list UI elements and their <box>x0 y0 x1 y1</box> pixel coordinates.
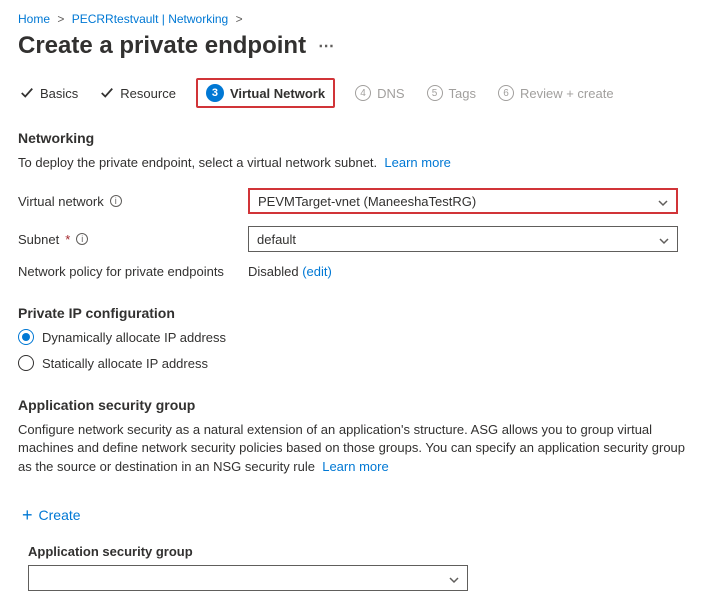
radio-icon <box>18 355 34 371</box>
asg-desc: Configure network security as a natural … <box>18 421 691 476</box>
step-badge: 5 <box>427 85 443 101</box>
policy-value-wrap: Disabled (edit) <box>248 264 678 279</box>
breadcrumb-home[interactable]: Home <box>18 12 50 26</box>
asg-create-button[interactable]: + Create <box>22 506 81 524</box>
chevron-down-icon <box>658 196 668 206</box>
more-icon[interactable]: ⋯ <box>318 36 334 56</box>
info-icon[interactable]: i <box>76 233 88 245</box>
policy-label: Network policy for private endpoints <box>18 264 248 279</box>
check-icon <box>100 86 114 100</box>
subnet-select[interactable]: default <box>248 226 678 252</box>
subnet-value: default <box>257 232 296 247</box>
tab-resource[interactable]: Resource <box>98 82 178 105</box>
tab-label: Virtual Network <box>230 86 325 101</box>
breadcrumb: Home > PECRRtestvault | Networking > <box>18 12 691 26</box>
tab-label: Resource <box>120 86 176 101</box>
required-asterisk: * <box>65 232 70 247</box>
tab-virtual-network[interactable]: 3 Virtual Network <box>196 78 335 108</box>
networking-section-desc: To deploy the private endpoint, select a… <box>18 154 691 172</box>
vnet-label-text: Virtual network <box>18 194 104 209</box>
page-title: Create a private endpoint ⋯ <box>18 32 691 60</box>
ip-dynamic-option[interactable]: Dynamically allocate IP address <box>18 329 691 345</box>
ip-static-option[interactable]: Statically allocate IP address <box>18 355 691 371</box>
check-icon <box>20 86 34 100</box>
chevron-down-icon <box>659 234 669 244</box>
chevron-right-icon: > <box>236 12 243 26</box>
networking-learn-more-link[interactable]: Learn more <box>384 155 450 170</box>
tab-basics[interactable]: Basics <box>18 82 80 105</box>
plus-icon: + <box>22 506 33 524</box>
tab-tags[interactable]: 5 Tags <box>425 81 478 105</box>
asg-dropdown-label: Application security group <box>28 544 691 559</box>
policy-value: Disabled <box>248 264 299 279</box>
asg-title: Application security group <box>18 397 691 413</box>
chevron-down-icon <box>449 573 459 583</box>
step-badge: 4 <box>355 85 371 101</box>
ip-dynamic-label: Dynamically allocate IP address <box>42 330 226 345</box>
asg-learn-more-link[interactable]: Learn more <box>322 459 388 474</box>
asg-select[interactable] <box>28 565 468 591</box>
networking-section-title: Networking <box>18 130 691 146</box>
step-badge: 6 <box>498 85 514 101</box>
tab-review[interactable]: 6 Review + create <box>496 81 616 105</box>
vnet-select[interactable]: PEVMTarget-vnet (ManeeshaTestRG) <box>248 188 678 214</box>
tab-label: DNS <box>377 86 404 101</box>
radio-icon <box>18 329 34 345</box>
policy-row: Network policy for private endpoints Dis… <box>18 264 691 279</box>
ip-config-title: Private IP configuration <box>18 305 691 321</box>
vnet-value: PEVMTarget-vnet (ManeeshaTestRG) <box>258 194 476 209</box>
tab-label: Basics <box>40 86 78 101</box>
vnet-label: Virtual network i <box>18 194 248 209</box>
breadcrumb-vault[interactable]: PECRRtestvault | Networking <box>72 12 229 26</box>
policy-edit-link[interactable]: (edit) <box>302 264 332 279</box>
tab-dns[interactable]: 4 DNS <box>353 81 406 105</box>
step-badge: 3 <box>206 84 224 102</box>
vnet-row: Virtual network i PEVMTarget-vnet (Manee… <box>18 188 691 214</box>
subnet-label-text: Subnet <box>18 232 59 247</box>
page-title-text: Create a private endpoint <box>18 32 306 60</box>
info-icon[interactable]: i <box>110 195 122 207</box>
tab-label: Review + create <box>520 86 614 101</box>
asg-create-label: Create <box>39 507 81 523</box>
subnet-row: Subnet * i default <box>18 226 691 252</box>
subnet-label: Subnet * i <box>18 232 248 247</box>
networking-desc-text: To deploy the private endpoint, select a… <box>18 155 377 170</box>
wizard-tabs: Basics Resource 3 Virtual Network 4 DNS … <box>18 78 691 108</box>
tab-label: Tags <box>449 86 476 101</box>
chevron-right-icon: > <box>57 12 64 26</box>
ip-static-label: Statically allocate IP address <box>42 356 208 371</box>
